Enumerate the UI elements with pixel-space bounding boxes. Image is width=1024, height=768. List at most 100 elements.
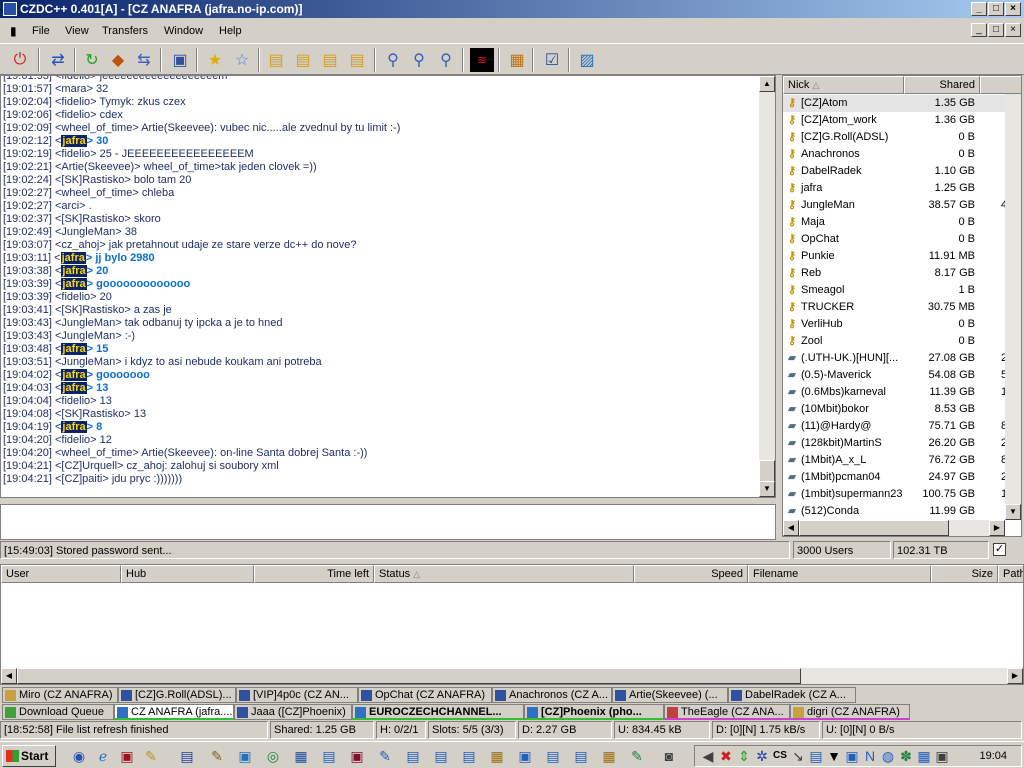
chat-nick[interactable]: jafra [61,369,87,381]
tab-dabelradek[interactable]: DabelRadek (CZ A... [728,687,856,703]
user-row[interactable]: ⚷ Anachronos 0 B [783,146,1005,163]
favorite-users-icon[interactable]: ★ [203,48,227,72]
tab-digri[interactable]: digri (CZ ANAFRA) [790,704,910,720]
app-icon[interactable]: ▤ [572,747,590,765]
app-icon[interactable]: ▤ [320,747,338,765]
column-header-shared[interactable]: Shared [904,76,980,94]
chat-scrollbar[interactable]: ▲ ▼ [759,76,775,497]
tab-anachronos[interactable]: Anachronos (CZ A... [492,687,612,703]
chat-nick[interactable]: jafra [61,265,87,277]
scroll-left-arrow[interactable]: ◀ [1,668,17,684]
app-icon[interactable]: ▣ [236,747,254,765]
user-row[interactable]: ▰ (512)Conda 11.99 GB [783,503,1005,520]
chat-nick[interactable]: jafra [61,421,87,433]
tab-artie[interactable]: Artie(Skeevee) (... [612,687,728,703]
mdi-close-button[interactable]: × [1005,23,1021,37]
app-icon[interactable]: ▦ [292,747,310,765]
user-row[interactable]: ▰(.UTH-UK.)[HUN][...27.08 GB2 [783,350,1007,367]
tray-icon[interactable]: ✽ [897,747,915,765]
user-row[interactable]: ▰(1mbit)supermann23100.75 GB10 [783,486,1013,503]
app-icon[interactable]: ▣ [348,747,366,765]
scroll-right-arrow[interactable]: ▶ [989,520,1005,536]
tab-vip-4p0c[interactable]: [VIP]4p0c (CZ AN... [236,687,358,703]
transfer-list[interactable]: User Hub Time left Status △ Speed Filena… [0,564,1024,685]
queue-icon[interactable]: ⇆ [132,48,156,72]
hscroll-thumb[interactable] [799,520,949,536]
tray-icon[interactable]: ▦ [915,747,933,765]
quicklaunch-icon[interactable]: ◉ [70,747,88,765]
tab-opchat[interactable]: OpChat (CZ ANAFRA) [358,687,492,703]
app-icon[interactable]: ▤ [404,747,422,765]
app-icon[interactable]: ▦ [600,747,618,765]
user-row[interactable]: ⚷ TRUCKER 30.75 MB [783,299,1005,316]
column-header-nick[interactable]: Nick △ [783,76,904,94]
column-header-extra[interactable] [980,76,1021,94]
open-filelist-icon[interactable]: ▦ [505,48,529,72]
tray-icon[interactable]: ▼ [825,747,843,765]
transfer-arrows-icon[interactable]: ⇕ [735,747,753,765]
app-icon[interactable]: ▤ [544,747,562,765]
chat-nick[interactable]: jafra [61,343,87,355]
menu-window[interactable]: Window [164,20,203,42]
mdi-restore-button[interactable]: □ [988,23,1004,37]
app-icon[interactable]: ▣ [118,747,136,765]
search-icon[interactable]: ⚲ [381,48,405,72]
refresh-icon[interactable]: ↻ [80,48,104,72]
user-row[interactable]: ⚷ DabelRadek 1.10 GB [783,163,1005,180]
col-speed[interactable]: Speed [634,565,748,583]
app-icon[interactable]: ▤ [432,747,450,765]
chat-nick[interactable]: jafra [61,135,87,147]
app-icon[interactable]: ✎ [628,747,646,765]
network-icon[interactable]: ▤ [807,747,825,765]
user-row[interactable]: ▰ (10Mbit)bokor 8.53 GB [783,401,1005,418]
download-queue-icon[interactable]: ▤ [264,48,288,72]
user-row[interactable]: ▰(128kbit)MartinS26.20 GB2 [783,435,1007,452]
mdi-doc-icon[interactable]: ▮ [10,20,17,42]
show-users-checkbox[interactable]: ✓ [993,543,1006,556]
globe-icon[interactable]: ◍ [879,747,897,765]
finished-uploads-icon[interactable]: ▤ [345,48,369,72]
mdi-minimize-button[interactable]: _ [971,23,987,37]
col-hub[interactable]: Hub [121,565,254,583]
app-icon[interactable]: ✎ [142,747,160,765]
user-row[interactable]: ▰(0.6Mbs)karneval11.39 GB1 [783,384,1007,401]
menu-transfers[interactable]: Transfers [102,20,148,42]
browser-icon[interactable]: ℯ [94,747,112,765]
chat-window[interactable]: [19:01:53] <fidelio> jeeeeeeeeeeeeeeeeee… [0,75,776,498]
finished-downloads-icon[interactable]: ▤ [291,48,315,72]
col-filename[interactable]: Filename [748,565,931,583]
menu-help[interactable]: Help [219,20,242,42]
tray-icon[interactable]: ▣ [843,747,861,765]
favorite-hubs-icon[interactable]: ▣ [168,48,192,72]
col-user[interactable]: User [1,565,121,583]
search-spy-icon[interactable]: ⚲ [434,48,458,72]
tab-jaaa[interactable]: Jaaa ([CZ]Phoenix) [234,704,352,720]
users-hscrollbar[interactable]: ◀ ▶ [783,520,1005,536]
user-row[interactable]: ▰(1Mbit)A_x_L76.72 GB8 [783,452,1007,469]
camera-icon[interactable]: ◙ [660,747,678,765]
scroll-down-arrow[interactable]: ▼ [1005,504,1021,520]
hscroll-thumb[interactable] [17,668,801,684]
app-icon[interactable]: ✎ [376,747,394,765]
upload-queue-icon[interactable]: ▤ [318,48,342,72]
tab-download-queue[interactable]: Download Queue [2,704,114,720]
tab-cz-phoenix[interactable]: [CZ]Phoenix (pho... [524,704,664,720]
app-icon[interactable]: ▤ [460,747,478,765]
favorite-star-icon[interactable]: ☆ [230,48,254,72]
message-input[interactable] [0,504,776,540]
start-button[interactable]: Start [2,745,56,767]
network-stats-icon[interactable]: ≋ [470,48,494,72]
user-row[interactable]: ⚷ [CZ]Atom_work 1.36 GB [783,112,1005,129]
col-status[interactable]: Status △ [374,565,634,583]
scroll-right-arrow[interactable]: ▶ [1007,668,1023,684]
user-row[interactable]: ⚷ VerliHub 0 B [783,316,1005,333]
tray-icon[interactable]: ↘ [789,747,807,765]
user-row[interactable]: ⚷ Smeagol 1 B [783,282,1005,299]
chat-nick[interactable]: jafra [61,278,87,290]
antivirus-icon[interactable]: ✖ [717,747,735,765]
user-row[interactable]: ▰(11)@Hardy@75.71 GB8 [783,418,1007,435]
reconnect-icon[interactable]: ⏻ [8,48,32,72]
settings-icon[interactable]: ☑ [540,48,564,72]
user-row[interactable]: ▰(0.5)-Maverick54.08 GB5 [783,367,1007,384]
user-row[interactable]: ⚷ OpChat 0 B [783,231,1005,248]
